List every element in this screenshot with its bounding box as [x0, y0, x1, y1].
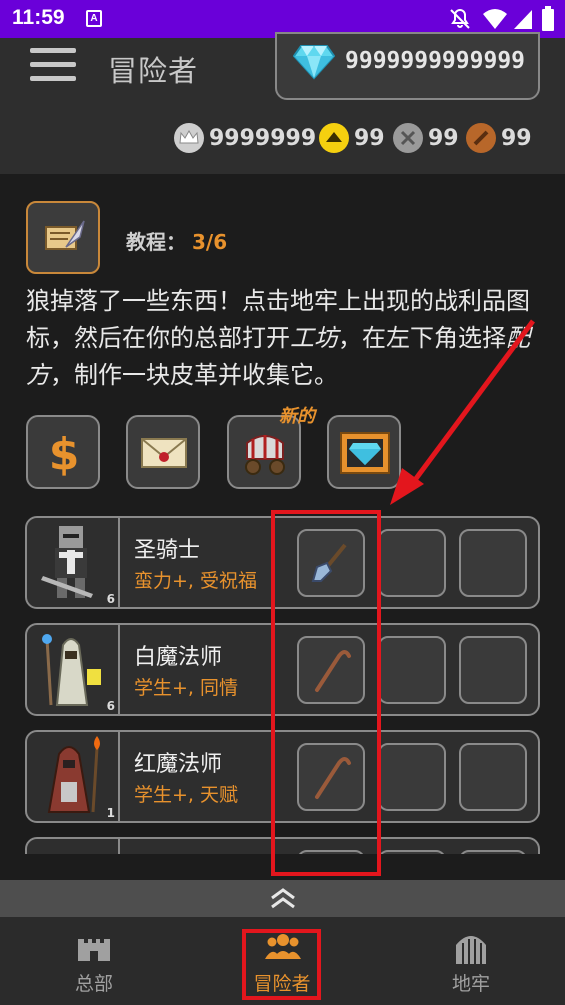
hero-level: 1	[106, 806, 115, 820]
tutorial-scroll-button[interactable]	[26, 201, 100, 274]
gem-video-icon	[340, 432, 390, 474]
letter-button[interactable]	[126, 415, 200, 489]
cane-icon	[315, 757, 351, 799]
tab-dungeon[interactable]: 地牢	[377, 917, 565, 1005]
top-header: 冒险者 9999999999999 9999999 99 99 99	[0, 32, 565, 174]
gold-token-currency: 99	[318, 120, 385, 156]
crown-icon	[174, 123, 204, 153]
bronze-token-value: 99	[501, 125, 532, 151]
hero-traits: 学生+, 天赋	[134, 784, 238, 806]
red-mage-avatar: 1	[27, 732, 120, 821]
notification-icon: A	[86, 10, 102, 27]
svg-text:$: $	[49, 429, 80, 479]
tutorial-text: 狼掉落了一些东西！点击地牢上出现的战利品图标，然后在你的总部打开工坊，在左下角选…	[26, 287, 530, 389]
new-badge: 新的	[279, 406, 315, 427]
tab-label: 冒险者	[253, 973, 311, 995]
menu-icon	[30, 48, 76, 53]
tutorial-label: 教程： 3/6	[126, 226, 227, 255]
tab-headquarters[interactable]: 总部	[0, 917, 188, 1005]
equipment-slot-2[interactable]	[378, 636, 446, 704]
crown-value: 9999999	[209, 125, 317, 151]
equipment-slot-2[interactable]	[378, 743, 446, 811]
gold-token-value: 99	[354, 125, 385, 151]
dungeon-gate-icon	[456, 936, 486, 964]
hero-level: 6	[106, 592, 115, 606]
white-mage-sprite-icon	[42, 634, 101, 706]
status-time: 11:59	[12, 6, 65, 29]
shovel-icon	[311, 543, 347, 582]
letter-icon	[141, 438, 187, 468]
equipment-slot-3[interactable]	[459, 636, 527, 704]
equipment-slot-1[interactable]	[297, 529, 365, 597]
hero-card-red-mage[interactable]: 1 红魔法师 学生+, 天赋	[25, 730, 540, 823]
menu-button[interactable]	[30, 48, 76, 84]
mute-icon	[450, 8, 470, 29]
hero-card-partial[interactable]	[25, 837, 540, 854]
equipment-slot-3[interactable]	[459, 743, 527, 811]
equipment-slot-2[interactable]	[378, 529, 446, 597]
equipment-slot-1[interactable]	[297, 743, 365, 811]
cane-icon	[315, 650, 351, 692]
crown-currency: 9999999	[173, 120, 316, 156]
gem-balance-button[interactable]: 9999999999999	[275, 32, 540, 100]
hero-avatar	[27, 839, 120, 854]
tab-label: 地牢	[451, 973, 490, 995]
scroll-quill-icon	[45, 220, 85, 250]
group-icon	[265, 934, 301, 959]
bronze-token-icon	[466, 123, 496, 153]
wifi-icon	[483, 9, 507, 29]
hero-name: 白魔法师	[134, 645, 223, 670]
gold-token-icon	[319, 123, 349, 153]
white-mage-avatar: 6	[27, 625, 120, 714]
gem-count: 9999999999999	[345, 48, 526, 74]
equipment-slot-3[interactable]	[459, 529, 527, 597]
equipment-slot-1[interactable]	[297, 850, 365, 854]
battery-icon	[542, 6, 554, 31]
silver-token-icon	[393, 123, 423, 153]
double-chevron-up-icon	[271, 888, 295, 909]
silver-token-currency: 99	[392, 120, 459, 156]
workshop-term: 工坊	[290, 324, 338, 352]
hero-traits: 蛮力+, 受祝福	[134, 570, 257, 592]
tab-adventurers[interactable]: 冒险者	[188, 917, 376, 1005]
bottom-navigation: 总部 冒险者 地牢	[0, 917, 565, 1005]
signal-icon	[514, 10, 532, 29]
hero-level: 6	[106, 699, 115, 713]
silver-token-value: 99	[428, 125, 459, 151]
hero-name: 红魔法师	[134, 752, 223, 777]
equipment-slot-1[interactable]	[297, 636, 365, 704]
tutorial-label-text: 教程：	[126, 230, 186, 254]
gem-video-button[interactable]	[327, 415, 401, 489]
equipment-slot-3[interactable]	[459, 850, 527, 854]
tab-label: 总部	[74, 973, 113, 995]
gold-button[interactable]: $	[26, 415, 100, 489]
equipment-slot-2[interactable]	[378, 850, 446, 854]
gold-icon: $	[49, 429, 80, 479]
paladin-avatar: 6	[27, 518, 120, 607]
castle-icon	[78, 939, 110, 961]
hero-card-paladin[interactable]: 6 圣骑士 蛮力+, 受祝福	[25, 516, 540, 609]
paladin-sprite-icon	[41, 526, 93, 598]
hero-name: 圣骑士	[134, 538, 201, 563]
caravan-icon	[245, 435, 285, 475]
red-mage-sprite-icon	[47, 736, 100, 813]
collapse-toggle-button[interactable]	[0, 880, 565, 917]
bronze-token-currency: 99	[465, 120, 532, 156]
diamond-icon	[293, 45, 335, 80]
tutorial-progress: 3/6	[192, 230, 228, 254]
hero-list[interactable]: 6 圣骑士 蛮力+, 受祝福 6 白魔法师 学生+, 同情 1 红魔法师 学生+…	[0, 508, 565, 854]
hero-traits: 学生+, 同情	[134, 677, 238, 699]
page-title: 冒险者	[108, 54, 199, 88]
hero-card-white-mage[interactable]: 6 白魔法师 学生+, 同情	[25, 623, 540, 716]
